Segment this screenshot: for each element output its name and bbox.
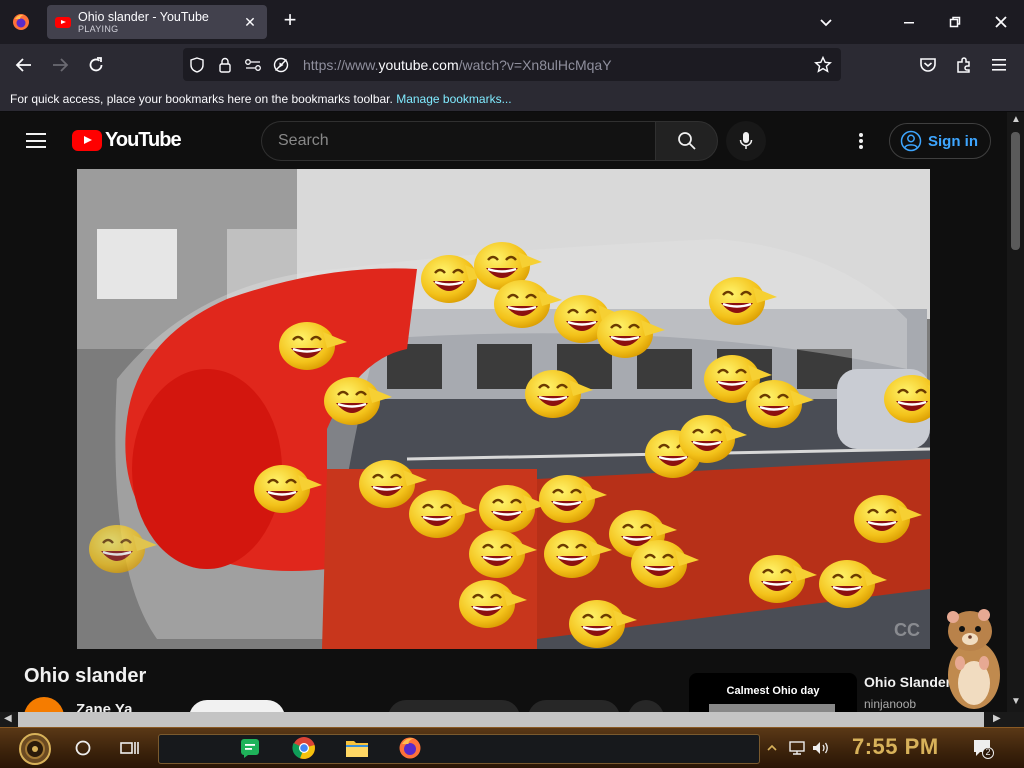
- tab-title: Ohio slander - YouTube: [78, 9, 209, 24]
- manage-bookmarks-link[interactable]: Manage bookmarks...: [396, 92, 511, 106]
- permissions-icon[interactable]: [239, 48, 267, 81]
- related-video-title[interactable]: Ohio Slander: [864, 674, 951, 690]
- youtube-logo-text: YouTube: [105, 129, 182, 151]
- youtube-logo[interactable]: YouTube: [72, 129, 182, 152]
- scroll-left-arrow-icon[interactable]: ◀: [4, 713, 12, 724]
- microphone-icon: [739, 132, 753, 149]
- bookmarks-hint-text: For quick access, place your bookmarks h…: [10, 92, 393, 106]
- tab-playing-status: PLAYING: [78, 23, 119, 34]
- guide-menu-icon[interactable]: [26, 133, 46, 148]
- search-icon: [677, 132, 696, 150]
- start-button-icon[interactable]: [10, 730, 60, 767]
- restore-window-icon[interactable]: [932, 0, 978, 44]
- youtube-favicon-icon: [55, 16, 71, 28]
- close-window-icon[interactable]: [978, 0, 1024, 44]
- bookmarks-toolbar: For quick access, place your bookmarks h…: [0, 86, 1024, 112]
- search-button[interactable]: [655, 121, 718, 161]
- notification-count-badge: 2: [985, 747, 991, 757]
- action-center-icon[interactable]: 2: [972, 737, 994, 759]
- youtube-masthead: YouTube Sign in: [0, 112, 1007, 169]
- reload-icon[interactable]: [83, 53, 109, 77]
- video-frame: [77, 169, 930, 649]
- scrollbar-corner: [1007, 712, 1024, 727]
- vertical-scrollbar[interactable]: ▲ ▼: [1007, 112, 1024, 712]
- list-all-tabs-icon[interactable]: [816, 12, 836, 32]
- subscribe-button[interactable]: [189, 700, 285, 712]
- task-view-icon[interactable]: [116, 734, 144, 762]
- extensions-icon[interactable]: [951, 53, 977, 77]
- horizontal-scrollbar[interactable]: ◀ ▶: [0, 712, 1007, 727]
- video-watermark: CC: [894, 620, 920, 640]
- firefox-taskbar-icon[interactable]: [396, 734, 424, 762]
- bookmark-star-icon[interactable]: [809, 48, 837, 81]
- search-box: [261, 121, 655, 161]
- scroll-right-arrow-icon[interactable]: ▶: [993, 713, 1001, 724]
- chrome-icon[interactable]: [290, 734, 318, 762]
- voice-search-button[interactable]: [726, 121, 766, 161]
- url-text[interactable]: https://www.youtube.com/watch?v=Xn8ulHcM…: [303, 57, 612, 73]
- messages-app-icon[interactable]: [236, 734, 264, 762]
- hamster-desktop-pet[interactable]: [940, 605, 1004, 711]
- new-tab-button[interactable]: +: [278, 9, 302, 33]
- related-thumb-image: [709, 704, 835, 712]
- autoplay-blocked-icon[interactable]: [267, 48, 295, 81]
- related-video-channel[interactable]: ninjanoob: [864, 697, 916, 711]
- channel-name[interactable]: Zane Ya: [76, 701, 132, 712]
- video-player[interactable]: CC: [77, 169, 930, 649]
- tracking-protection-shield-icon[interactable]: [183, 48, 211, 81]
- lock-icon[interactable]: [211, 48, 239, 81]
- scroll-down-arrow-icon[interactable]: ▼: [1011, 696, 1021, 707]
- vertical-scroll-thumb[interactable]: [1011, 132, 1020, 250]
- sign-in-label: Sign in: [928, 132, 978, 150]
- like-dislike-button[interactable]: [388, 700, 520, 712]
- file-explorer-icon[interactable]: [343, 734, 371, 762]
- horizontal-scroll-thumb[interactable]: [18, 712, 984, 727]
- more-actions-button[interactable]: [628, 700, 664, 712]
- back-arrow-icon[interactable]: [11, 53, 37, 77]
- volume-icon[interactable]: [808, 734, 834, 762]
- taskbar-clock[interactable]: 7:55 PM: [852, 734, 939, 760]
- related-video-thumbnail[interactable]: Calmest Ohio day: [689, 673, 857, 712]
- youtube-logo-icon: [72, 130, 102, 151]
- search-input[interactable]: [262, 122, 655, 160]
- url-host: youtube.com: [378, 56, 459, 73]
- pocket-icon[interactable]: [915, 53, 941, 77]
- close-tab-icon[interactable]: ✕: [241, 14, 259, 31]
- address-bar[interactable]: https://www.youtube.com/watch?v=Xn8ulHcM…: [183, 48, 841, 81]
- url-path: /watch?v=Xn8ulHcMqaY: [458, 56, 612, 73]
- firefox-menu-icon[interactable]: [0, 0, 42, 44]
- windows-taskbar: 7:55 PM 2: [0, 727, 1024, 768]
- app-menu-icon[interactable]: [987, 53, 1013, 77]
- scroll-up-arrow-icon[interactable]: ▲: [1011, 114, 1021, 125]
- settings-more-icon[interactable]: [852, 131, 870, 151]
- channel-avatar[interactable]: [24, 697, 64, 712]
- search-circle-icon[interactable]: [69, 734, 97, 762]
- share-button[interactable]: [528, 700, 620, 712]
- video-title: Ohio slander: [24, 665, 147, 687]
- url-prefix: https://www.: [303, 56, 379, 73]
- related-thumb-label: Calmest Ohio day: [726, 685, 820, 697]
- network-icon[interactable]: [785, 734, 809, 762]
- account-icon: [900, 130, 922, 152]
- tray-overflow-icon[interactable]: [760, 734, 784, 762]
- sign-in-button[interactable]: Sign in: [889, 123, 991, 159]
- forward-arrow-icon[interactable]: [47, 53, 73, 77]
- tab-youtube[interactable]: Ohio slander - YouTube PLAYING ✕: [47, 5, 267, 39]
- minimize-window-icon[interactable]: [886, 0, 932, 44]
- youtube-page: YouTube Sign in: [0, 112, 1007, 712]
- tab-bar: Ohio slander - YouTube PLAYING ✕ +: [0, 0, 1024, 44]
